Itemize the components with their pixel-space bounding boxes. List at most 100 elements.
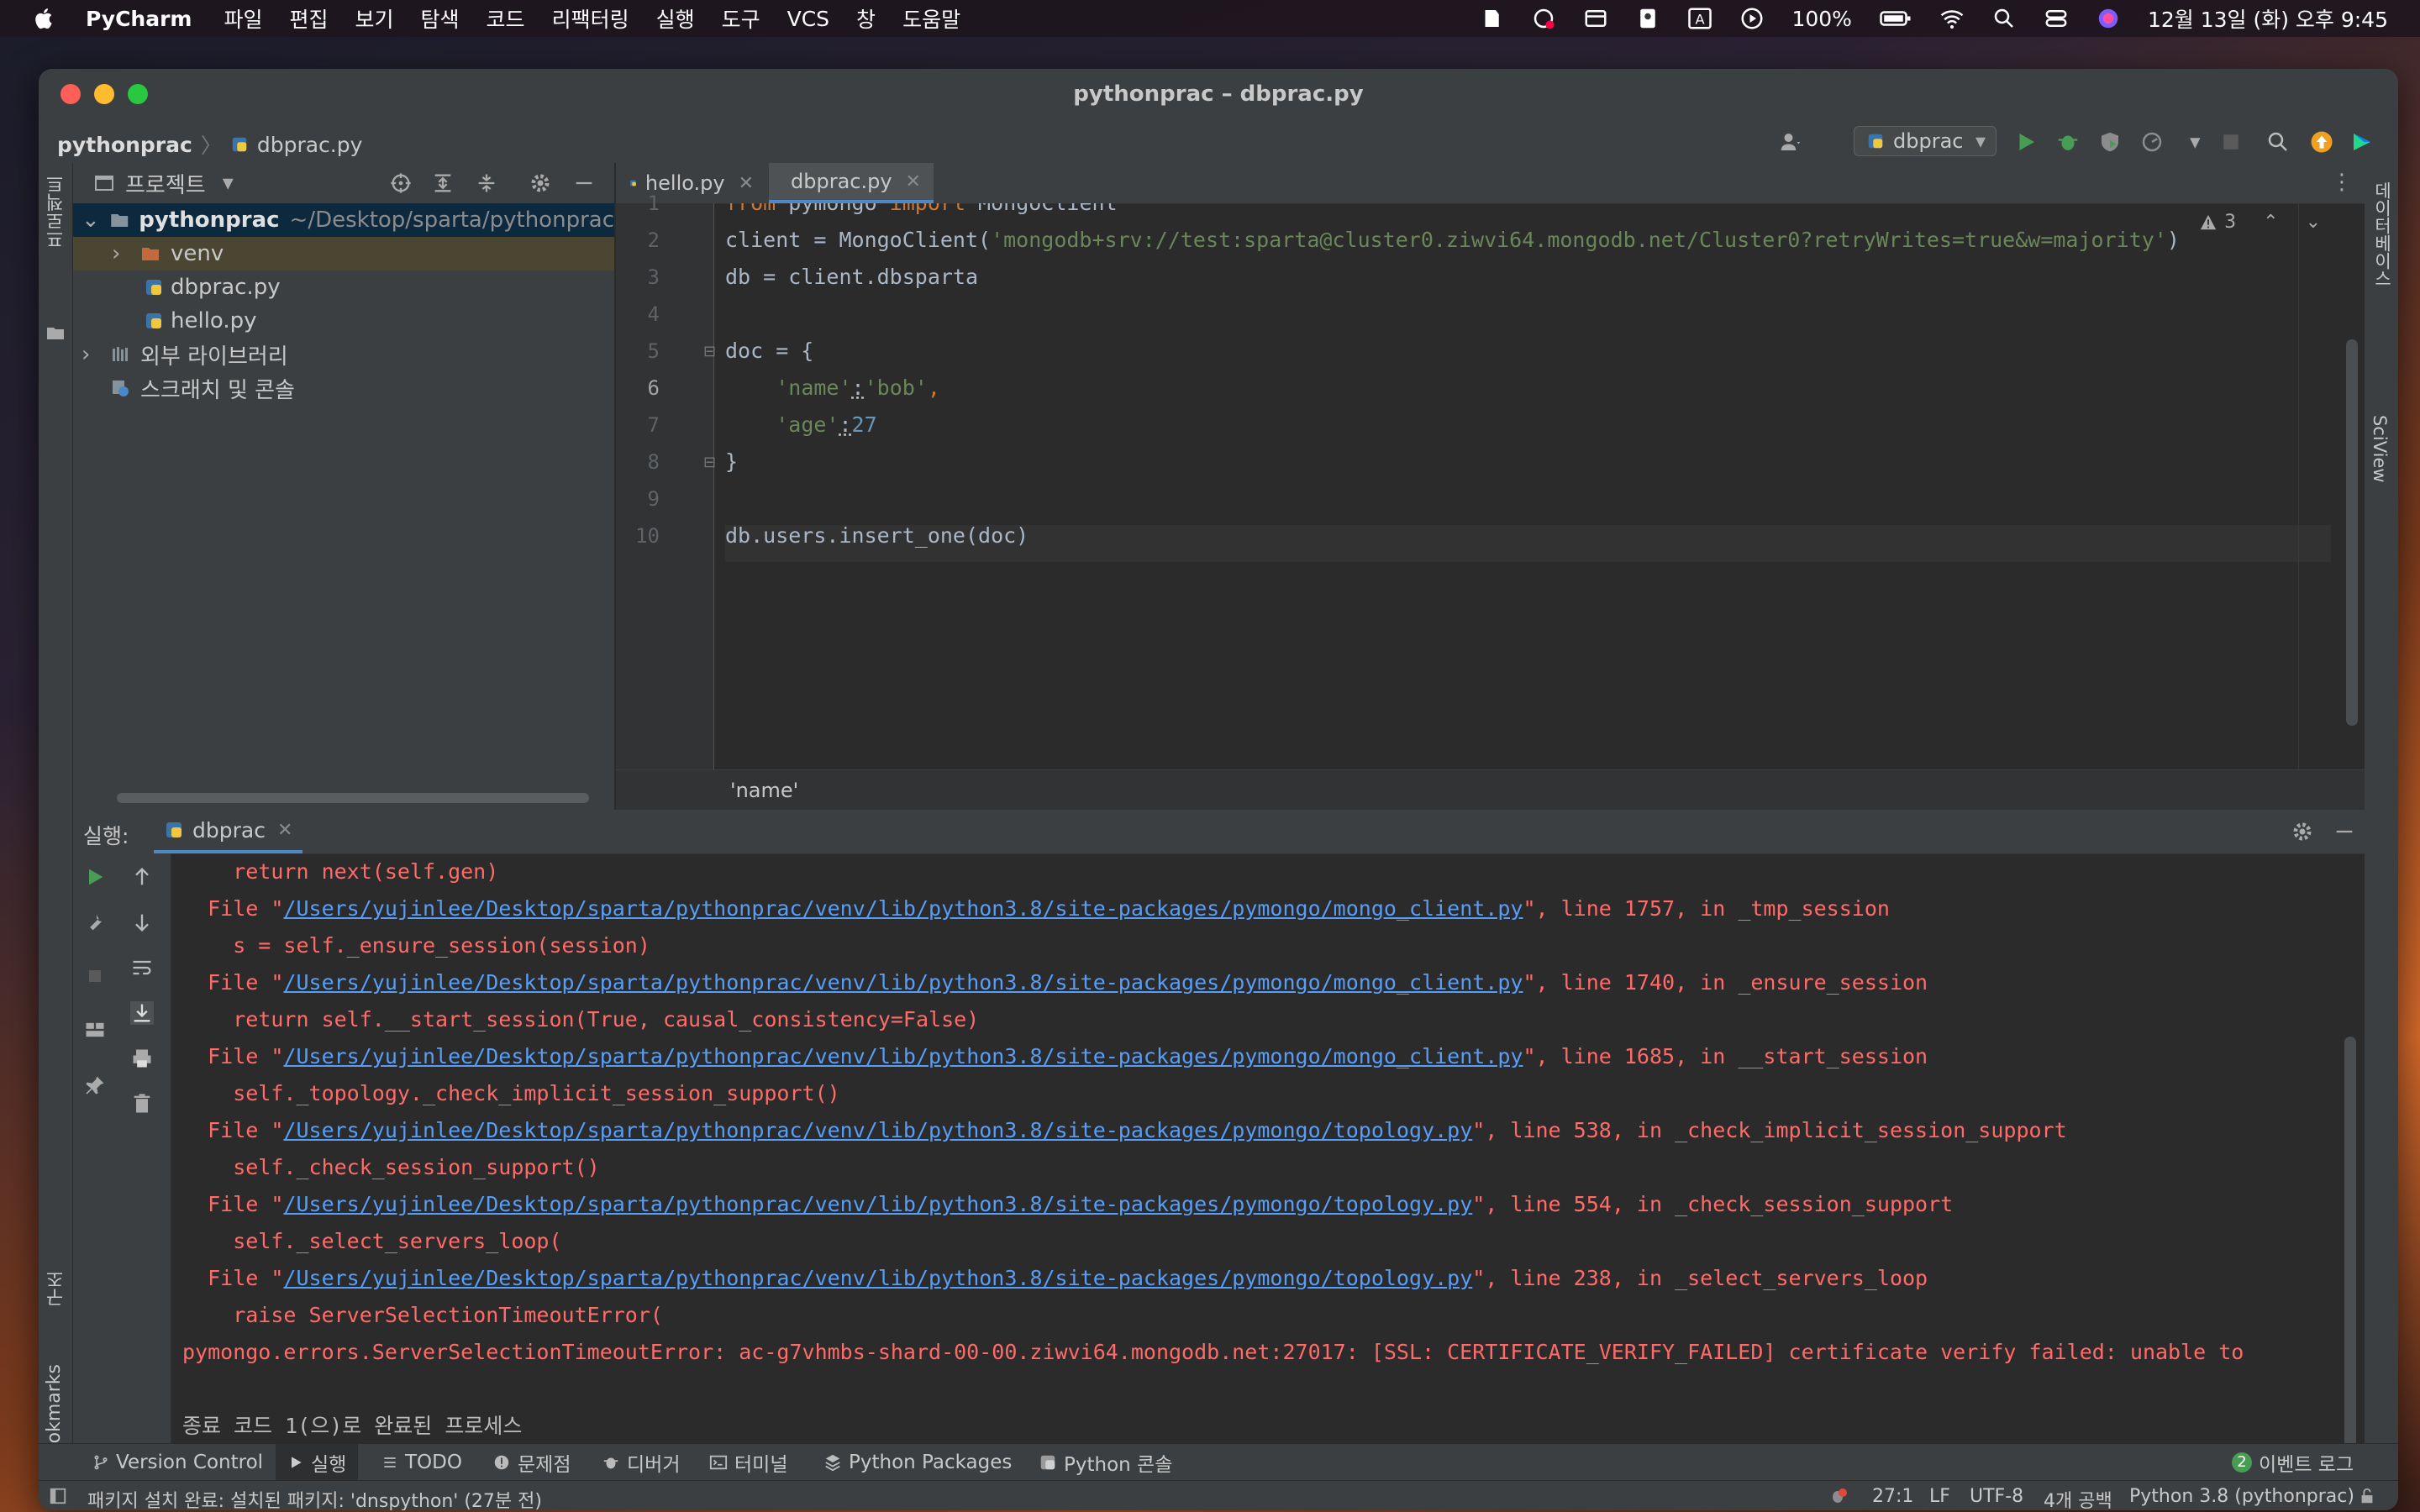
expand-all-icon[interactable] bbox=[431, 171, 455, 195]
chevron-right-icon[interactable]: › bbox=[82, 342, 100, 367]
code-breadcrumb[interactable]: 'name' bbox=[730, 779, 798, 802]
arrow-down-icon[interactable] bbox=[130, 911, 154, 934]
file-encoding[interactable]: UTF-8 bbox=[1970, 1486, 2023, 1507]
console-file-link[interactable]: /Users/yujinlee/Desktop/sparta/pythonpra… bbox=[283, 1044, 1523, 1068]
more-tabs-icon[interactable]: ⋮ bbox=[2331, 170, 2353, 195]
menu-vcs[interactable]: VCS bbox=[787, 7, 829, 31]
search-everywhere-icon[interactable] bbox=[2265, 129, 2291, 155]
profile-icon[interactable] bbox=[2139, 129, 2165, 155]
collapse-all-icon[interactable] bbox=[475, 171, 498, 195]
tree-item-dbprac-py[interactable]: dbprac.py bbox=[73, 270, 614, 304]
code-area[interactable]: from pymongo import MongoClient client =… bbox=[725, 203, 2297, 769]
status-message[interactable]: 패키지 설치 완료: 설치된 패키지: 'dnspython' (27분 전) bbox=[87, 1486, 542, 1510]
menu-refactor[interactable]: 리팩터링 bbox=[552, 3, 629, 34]
menubar-clock[interactable]: 12월 13일 (화) 오후 9:45 bbox=[2148, 3, 2388, 34]
menu-help[interactable]: 도움말 bbox=[902, 3, 960, 34]
wrench-icon[interactable] bbox=[83, 911, 107, 934]
chevron-right-icon[interactable]: › bbox=[112, 241, 130, 266]
menu-file[interactable]: 파일 bbox=[224, 3, 262, 34]
stop-icon[interactable] bbox=[2218, 129, 2244, 155]
chevron-down-icon[interactable]: ⌄ bbox=[82, 207, 100, 233]
spotlight-search-icon[interactable] bbox=[1991, 6, 2017, 31]
todo-tool-button[interactable]: TODO bbox=[381, 1444, 462, 1481]
soft-wrap-icon[interactable] bbox=[130, 956, 154, 979]
menu-run[interactable]: 실행 bbox=[656, 3, 695, 34]
hide-panel-icon[interactable] bbox=[2333, 820, 2356, 843]
run-tab-dbprac[interactable]: dbprac ✕ bbox=[154, 810, 303, 853]
run-configuration-select[interactable]: dbprac ▾ bbox=[1854, 126, 1996, 156]
console-file-link[interactable]: /Users/yujinlee/Desktop/sparta/pythonpra… bbox=[283, 1192, 1472, 1216]
version-control-tool-button[interactable]: Version Control bbox=[92, 1444, 263, 1481]
more-run-options-icon[interactable]: ▾ bbox=[2190, 129, 2201, 154]
run-icon[interactable] bbox=[2013, 129, 2039, 155]
inspection-widget[interactable]: 3 ⌃ ⌄ bbox=[2199, 212, 2321, 233]
tree-item-external-libraries[interactable]: › 외부 라이브러리 bbox=[73, 338, 614, 371]
close-tab-icon[interactable]: ✕ bbox=[906, 171, 921, 192]
structure-tool-tab[interactable]: 구조 bbox=[44, 1270, 71, 1307]
fold-icon[interactable]: ⊟ bbox=[703, 343, 716, 360]
menu-edit[interactable]: 편집 bbox=[290, 3, 329, 34]
console-output[interactable]: return next(self.gen) File "/Users/yujin… bbox=[182, 853, 2339, 1475]
creative-cloud-icon[interactable] bbox=[1531, 6, 1556, 31]
indent-setting[interactable]: 4개 공백 bbox=[2044, 1486, 2112, 1510]
control-center-icon[interactable] bbox=[2044, 6, 2069, 31]
close-tab-icon[interactable]: ✕ bbox=[277, 820, 292, 841]
pin-icon[interactable] bbox=[83, 1074, 107, 1097]
breadcrumb-file[interactable]: dbprac.py bbox=[257, 133, 363, 157]
trash-icon[interactable] bbox=[130, 1092, 154, 1116]
tree-item-scratches[interactable]: 스크래치 및 콘솔 bbox=[73, 371, 614, 405]
error-bug-icon[interactable] bbox=[1827, 1486, 1849, 1506]
print-icon[interactable] bbox=[130, 1047, 154, 1070]
account-icon[interactable] bbox=[1778, 129, 1803, 155]
tool-windows-toggle-icon[interactable] bbox=[49, 1487, 67, 1505]
wifi-icon[interactable] bbox=[1939, 6, 1965, 31]
menu-code[interactable]: 코드 bbox=[487, 3, 525, 34]
console-file-link[interactable]: /Users/yujinlee/Desktop/sparta/pythonpra… bbox=[283, 896, 1523, 921]
terminal-tool-button[interactable]: 터미널 bbox=[709, 1444, 787, 1481]
event-log-tool-button[interactable]: 2 이벤트 로그 bbox=[2232, 1444, 2354, 1481]
menu-tools[interactable]: 도구 bbox=[722, 3, 760, 34]
project-tool-tab[interactable]: 프로젝트 bbox=[44, 175, 71, 249]
tree-item-venv[interactable]: › venv bbox=[73, 237, 614, 270]
settings-gear-icon[interactable] bbox=[529, 171, 552, 195]
console-vertical-scrollbar[interactable] bbox=[2344, 1037, 2356, 1457]
caret-position[interactable]: 27:1 bbox=[1872, 1486, 1913, 1507]
menu-view[interactable]: 보기 bbox=[355, 3, 394, 34]
problems-tool-button[interactable]: 문제점 bbox=[492, 1444, 571, 1481]
line-separator[interactable]: LF bbox=[1929, 1486, 1950, 1507]
tab-dbprac-py[interactable]: dbprac.py ✕ bbox=[769, 163, 934, 203]
input-source-icon[interactable]: A bbox=[1687, 6, 1712, 31]
project-view-title[interactable]: 프로젝트 bbox=[125, 168, 206, 199]
python-packages-tool-button[interactable]: Python Packages bbox=[823, 1444, 1012, 1481]
breadcrumb-project[interactable]: pythonprac bbox=[57, 133, 192, 157]
run-tool-button[interactable]: 실행 bbox=[276, 1444, 359, 1481]
locate-file-icon[interactable] bbox=[389, 171, 413, 195]
python-console-tool-button[interactable]: Python 콘솔 bbox=[1039, 1444, 1172, 1481]
apple-logo-icon[interactable] bbox=[32, 6, 57, 31]
previous-highlight-icon[interactable]: ⌃ bbox=[2263, 212, 2278, 233]
coverage-icon[interactable] bbox=[2097, 129, 2123, 155]
menu-app-name[interactable]: PyCharm bbox=[86, 7, 192, 31]
contacts-icon[interactable] bbox=[1635, 6, 1660, 31]
evernote-icon[interactable] bbox=[1479, 6, 1504, 31]
tree-root-pythonprac[interactable]: ⌄ pythonprac ~/Desktop/sparta/pythonprac bbox=[73, 203, 614, 237]
menu-window[interactable]: 창 bbox=[856, 3, 876, 34]
debugger-tool-button[interactable]: 디버거 bbox=[602, 1444, 680, 1481]
close-tab-icon[interactable]: ✕ bbox=[739, 173, 754, 194]
console-file-link[interactable]: /Users/yujinlee/Desktop/sparta/pythonpra… bbox=[283, 1266, 1472, 1290]
debug-icon[interactable] bbox=[2055, 129, 2081, 155]
menu-navigate[interactable]: 탐색 bbox=[421, 3, 460, 34]
play-circle-icon[interactable] bbox=[1739, 6, 1765, 31]
scroll-to-end-icon[interactable] bbox=[130, 1001, 154, 1025]
python-interpreter[interactable]: Python 3.8 (pythonprac) bbox=[2129, 1486, 2354, 1507]
arrow-up-icon[interactable] bbox=[130, 865, 154, 889]
layout-icon[interactable] bbox=[83, 1018, 107, 1042]
stop-icon[interactable] bbox=[83, 964, 107, 988]
lock-icon[interactable] bbox=[2358, 1486, 2376, 1506]
update-icon[interactable] bbox=[2309, 129, 2334, 155]
horizontal-scrollbar[interactable] bbox=[117, 793, 589, 803]
console-file-link[interactable]: /Users/yujinlee/Desktop/sparta/pythonpra… bbox=[283, 1118, 1472, 1142]
calendar-icon[interactable] bbox=[1583, 6, 1608, 31]
console-file-link[interactable]: /Users/yujinlee/Desktop/sparta/pythonpra… bbox=[283, 970, 1523, 995]
battery-icon[interactable] bbox=[1879, 6, 1912, 31]
